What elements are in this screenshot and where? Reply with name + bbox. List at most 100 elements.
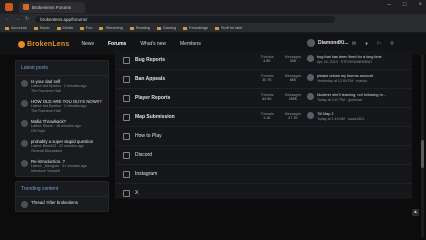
nav-forums[interactable]: Forums — [108, 41, 126, 47]
link-title[interactable]: Discord — [135, 152, 152, 158]
last-post[interactable]: bug that has been fixed for a long time A… — [307, 55, 411, 64]
folder-icon — [99, 26, 104, 30]
list-item[interactable]: Mafia Throwback? Latest: Shove · 18 minut… — [16, 116, 108, 136]
bookmark-item[interactable]: Knowledge — [183, 26, 208, 30]
forum-row[interactable]: Map Submission Threads 1.1K Messages 27.7K… — [115, 108, 412, 127]
url-input[interactable]: brokenlens.app/forums/ — [35, 15, 336, 23]
main-nav: News Forums What's new Members — [81, 41, 200, 47]
forum-title[interactable]: Ban Appeals — [135, 76, 165, 82]
back-icon[interactable]: ← — [5, 16, 10, 22]
search-icon[interactable]: ⚲ — [390, 41, 394, 47]
link-row[interactable]: How to Play — [115, 127, 412, 146]
scroll-top-button[interactable]: ▲ — [412, 209, 419, 216]
avatar — [21, 201, 28, 208]
forum-list: Bug Reports Threads 4.9K Messages 30K bug … — [115, 51, 412, 199]
bell-icon[interactable]: ♦ — [365, 41, 368, 47]
avatar — [307, 93, 314, 100]
forum-row[interactable]: Ban Appeals Threads 30.7K Messages 86K ple… — [115, 70, 412, 89]
external-link-icon — [123, 190, 130, 197]
avatar — [21, 160, 28, 167]
bookmark-item[interactable]: Stuff for later — [215, 26, 243, 30]
external-link-icon — [123, 171, 130, 178]
reload-icon[interactable]: ↻ — [25, 16, 29, 22]
messages-stat: Messages 30K — [284, 55, 302, 63]
user-menu[interactable]: DiamondKi... — [307, 39, 349, 47]
list-item[interactable]: Thread 'After brokenlens — [16, 197, 108, 211]
threads-stat: Threads 30.7K — [260, 74, 274, 82]
list-item[interactable]: probably a super stupid question Latest: … — [16, 136, 108, 156]
bookmark-item[interactable]: Reading — [129, 26, 150, 30]
bookmarks-bar: Accounts Music Media Fun Streaming Readi… — [0, 24, 426, 33]
last-post[interactable]: Moderer she'll learning, not following m… — [307, 93, 411, 102]
trending-widget: Trending content Thread 'After brokenlen… — [15, 181, 109, 212]
messages-stat: Messages 27.7K — [284, 112, 302, 120]
bookmark-item[interactable]: Media — [56, 26, 73, 30]
forum-icon — [123, 114, 130, 121]
widget-title: Trending content — [16, 182, 108, 197]
minimize-icon[interactable]: – — [388, 2, 391, 8]
browser-tab[interactable]: Brokenlens Forums — [19, 1, 85, 13]
link-title[interactable]: How to Play — [135, 133, 162, 139]
bookmark-item[interactable]: Streaming — [99, 26, 123, 30]
bookmark-item[interactable]: Fun — [79, 26, 92, 30]
maximize-icon[interactable]: □ — [403, 2, 407, 8]
bookmark-item[interactable]: Music — [33, 26, 50, 30]
avatar — [307, 74, 314, 81]
last-post[interactable]: please unban my fourms account Yesterday … — [307, 74, 411, 83]
scrollbar-thumb[interactable] — [421, 140, 424, 168]
forum-icon — [123, 57, 130, 64]
latest-posts-widget: Latest posts Is your dad self Latest: Ant… — [15, 60, 109, 177]
folder-icon — [5, 26, 9, 30]
close-icon[interactable]: × — [418, 2, 422, 8]
nav-members[interactable]: Members — [180, 41, 201, 47]
page-scrollbar[interactable] — [421, 55, 424, 237]
link-row[interactable]: X — [115, 184, 412, 199]
browser-titlebar: Brokenlens Forums – □ × — [0, 0, 426, 14]
list-item[interactable]: HOW OLD ARE YOU GUYS NOW!!? Latest: Ant E… — [16, 96, 108, 116]
avatar — [21, 120, 28, 127]
window-controls: – □ × — [388, 2, 422, 8]
site-logo[interactable]: BrokenLens — [18, 40, 69, 48]
header-icons: ✉ ♦ ⚐ ⚲ — [352, 41, 394, 47]
forum-title[interactable]: Player Reports — [135, 95, 170, 101]
forum-icon — [123, 95, 130, 102]
threads-stat: Threads 64.9K — [260, 93, 274, 101]
widget-title: Latest posts — [16, 61, 108, 76]
avatar — [307, 112, 314, 119]
username: DiamondKi... — [318, 40, 349, 46]
forum-title[interactable]: Bug Reports — [135, 57, 165, 63]
last-post[interactable]: Tilt Map 2 Today at 1:19 AM · lucas1801 — [307, 112, 411, 121]
nav-whats-new[interactable]: What's new — [140, 41, 166, 47]
messages-stat: Messages 255K — [284, 93, 302, 101]
avatar — [21, 140, 28, 147]
folder-icon — [183, 26, 188, 30]
forward-icon[interactable]: → — [15, 16, 20, 22]
bookmark-item[interactable]: Accounts — [5, 26, 27, 30]
forum-title[interactable]: Map Submission — [135, 114, 175, 120]
list-item[interactable]: Is your dad self Latest: Ant Epsilon · 2 … — [16, 76, 108, 96]
threads-stat: Threads 1.1K — [260, 112, 274, 120]
inbox-icon[interactable]: ✉ — [352, 41, 356, 47]
folder-icon — [156, 26, 161, 30]
threads-stat: Threads 4.9K — [260, 55, 274, 63]
link-row[interactable]: Instagram — [115, 165, 412, 184]
forum-row[interactable]: Bug Reports Threads 4.9K Messages 30K bug … — [115, 51, 412, 70]
bookmark-item[interactable]: Gaming — [156, 26, 176, 30]
favicon-icon — [23, 4, 29, 10]
folder-icon — [129, 26, 134, 30]
link-title[interactable]: X — [135, 190, 138, 196]
forum-row[interactable]: Player Reports Threads 64.9K Messages 255K… — [115, 89, 412, 108]
nav-news[interactable]: News — [81, 41, 94, 47]
folder-icon — [79, 26, 84, 30]
folder-icon — [215, 26, 219, 30]
avatar — [21, 80, 28, 87]
link-icon — [123, 133, 130, 140]
folder-icon — [33, 26, 38, 30]
messages-stat: Messages 86K — [284, 74, 302, 82]
address-bar: ← → ↻ brokenlens.app/forums/ — [0, 14, 426, 24]
bookmark-icon[interactable]: ⚐ — [377, 41, 381, 47]
avatar — [21, 100, 28, 107]
link-title[interactable]: Instagram — [135, 171, 157, 177]
list-item[interactable]: Re-introduction..? Latest: _Meogoro · 31 … — [16, 156, 108, 176]
link-row[interactable]: Discord — [115, 146, 412, 165]
